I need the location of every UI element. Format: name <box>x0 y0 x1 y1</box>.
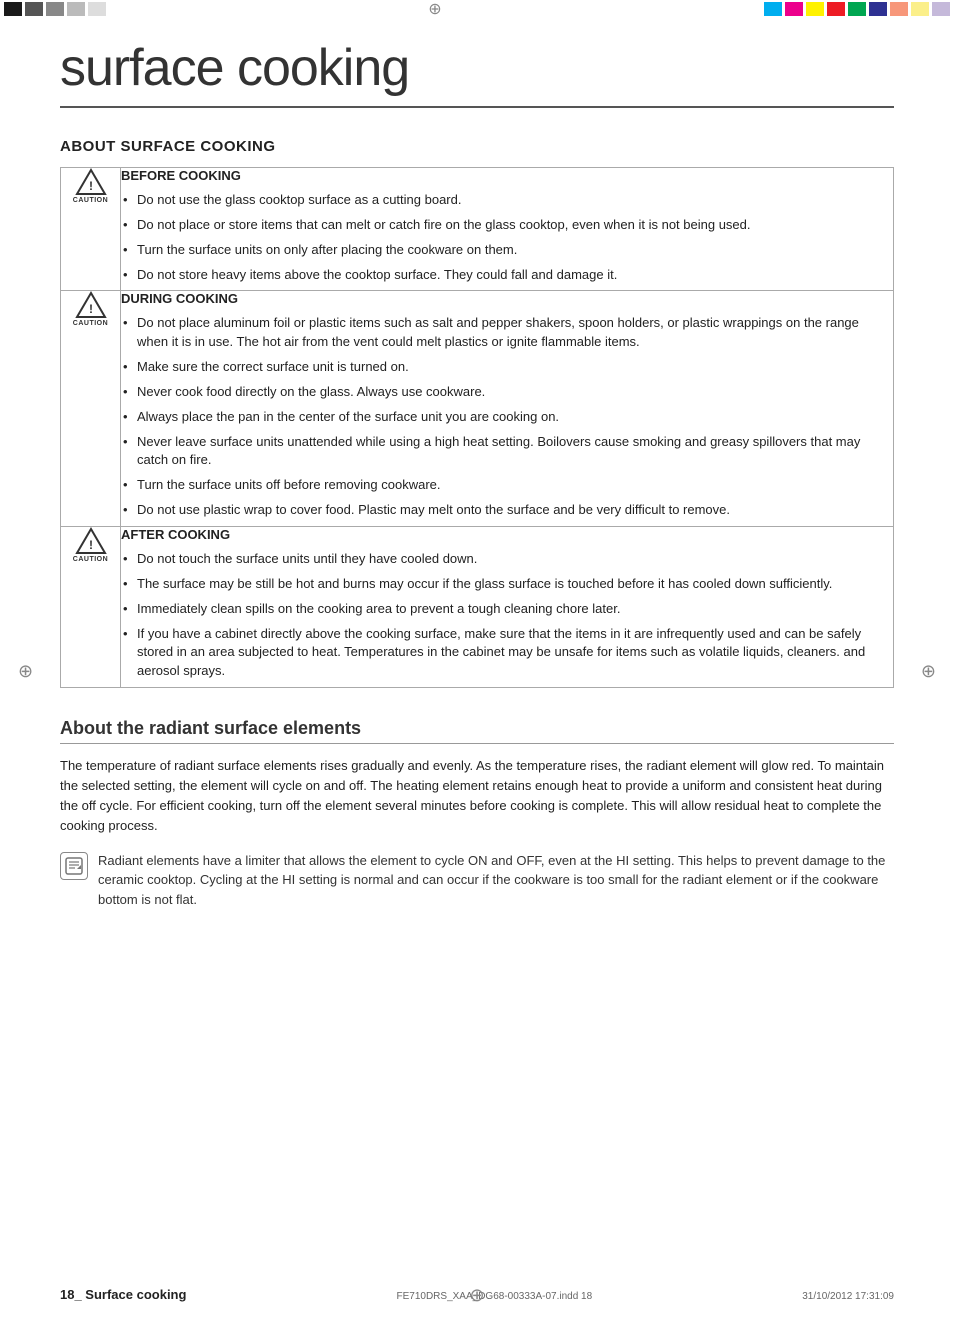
swatch-magenta <box>785 2 803 16</box>
list-item: Turn the surface units on only after pla… <box>121 241 893 260</box>
list-item: Turn the surface units off before removi… <box>121 476 893 495</box>
after-cooking-icon-cell: ! CAUTION <box>61 526 121 687</box>
page-content: surface cooking ABOUT SURFACE COOKING ! … <box>0 18 954 949</box>
swatch-black <box>4 2 22 16</box>
after-cooking-title: AFTER COOKING <box>121 527 893 542</box>
top-color-bar: ⊕ <box>0 0 954 18</box>
after-cooking-content: AFTER COOKING Do not touch the surface u… <box>121 526 894 687</box>
list-item: Always place the pan in the center of th… <box>121 408 893 427</box>
during-cooking-row: ! CAUTION DURING COOKING Do not place al… <box>61 291 894 527</box>
during-cooking-title: DURING COOKING <box>121 291 893 306</box>
swatch-green <box>848 2 866 16</box>
after-cooking-caution-label: CAUTION <box>73 556 108 563</box>
list-item: Do not use the glass cooktop surface as … <box>121 191 893 210</box>
list-item: Never leave surface units unattended whi… <box>121 433 893 471</box>
note-pencil-icon <box>65 857 83 875</box>
note-icon <box>60 852 88 880</box>
list-item: Do not store heavy items above the cookt… <box>121 266 893 285</box>
swatch-lt-purple <box>932 2 950 16</box>
during-cooking-icon-cell: ! CAUTION <box>61 291 121 527</box>
after-cooking-row: ! CAUTION AFTER COOKING Do not touch the… <box>61 526 894 687</box>
caution-triangle-after: ! <box>75 527 107 555</box>
note-text: Radiant elements have a limiter that all… <box>98 851 894 910</box>
footer-date: 31/10/2012 17:31:09 <box>802 1291 894 1302</box>
before-cooking-icon-cell: ! CAUTION <box>61 168 121 291</box>
footer-page-number: 18_ Surface cooking <box>60 1287 186 1302</box>
swatch-blue <box>869 2 887 16</box>
top-center-reg: ⊕ <box>110 0 760 18</box>
swatch-red <box>827 2 845 16</box>
before-cooking-title: BEFORE COOKING <box>121 168 893 183</box>
left-swatches <box>0 0 110 18</box>
svg-text:!: ! <box>89 302 93 316</box>
after-cooking-caution-icon: ! CAUTION <box>61 527 120 563</box>
about-surface-cooking-heading: ABOUT SURFACE COOKING <box>60 138 894 155</box>
radiant-section-heading: About the radiant surface elements <box>60 718 894 744</box>
note-box: Radiant elements have a limiter that all… <box>60 851 894 910</box>
list-item: Do not use plastic wrap to cover food. P… <box>121 501 893 520</box>
list-item: Do not touch the surface units until the… <box>121 550 893 569</box>
list-item: Never cook food directly on the glass. A… <box>121 383 893 402</box>
after-cooking-list: Do not touch the surface units until the… <box>121 550 893 681</box>
swatch-md-gray <box>46 2 64 16</box>
before-cooking-caution-icon: ! CAUTION <box>61 168 120 204</box>
before-cooking-caution-label: CAUTION <box>73 197 108 204</box>
list-item: Immediately clean spills on the cooking … <box>121 600 893 619</box>
footer-filename: FE710DRS_XAA_DG68-00333A-07.indd 18 <box>397 1291 593 1302</box>
before-cooking-list: Do not use the glass cooktop surface as … <box>121 191 893 284</box>
svg-text:!: ! <box>89 179 93 193</box>
during-cooking-caution-label: CAUTION <box>73 320 108 327</box>
list-item: Do not place or store items that can mel… <box>121 216 893 235</box>
left-reg-mark: ⊕ <box>18 661 33 682</box>
right-swatches <box>760 0 954 18</box>
before-cooking-row: ! CAUTION BEFORE COOKING Do not use the … <box>61 168 894 291</box>
caution-triangle-during: ! <box>75 291 107 319</box>
list-item: Do not place aluminum foil or plastic it… <box>121 314 893 352</box>
svg-text:!: ! <box>89 538 93 552</box>
list-item: If you have a cabinet directly above the… <box>121 625 893 682</box>
swatch-lighter-gray <box>88 2 106 16</box>
caution-table: ! CAUTION BEFORE COOKING Do not use the … <box>60 167 894 688</box>
during-cooking-caution-icon: ! CAUTION <box>61 291 120 327</box>
during-cooking-list: Do not place aluminum foil or plastic it… <box>121 314 893 520</box>
page-title: surface cooking <box>60 38 894 108</box>
swatch-yellow <box>806 2 824 16</box>
list-item: The surface may be still be hot and burn… <box>121 575 893 594</box>
swatch-lt-yellow <box>911 2 929 16</box>
bottom-reg-mark: ⊕ <box>469 1285 484 1306</box>
radiant-body-text: The temperature of radiant surface eleme… <box>60 756 894 837</box>
during-cooking-content: DURING COOKING Do not place aluminum foi… <box>121 291 894 527</box>
swatch-dk-gray <box>25 2 43 16</box>
right-reg-mark: ⊕ <box>921 661 936 682</box>
top-reg-mark: ⊕ <box>428 0 441 19</box>
list-item: Make sure the correct surface unit is tu… <box>121 358 893 377</box>
swatch-pink <box>890 2 908 16</box>
swatch-cyan <box>764 2 782 16</box>
caution-triangle-before: ! <box>75 168 107 196</box>
swatch-lt-gray <box>67 2 85 16</box>
before-cooking-content: BEFORE COOKING Do not use the glass cook… <box>121 168 894 291</box>
